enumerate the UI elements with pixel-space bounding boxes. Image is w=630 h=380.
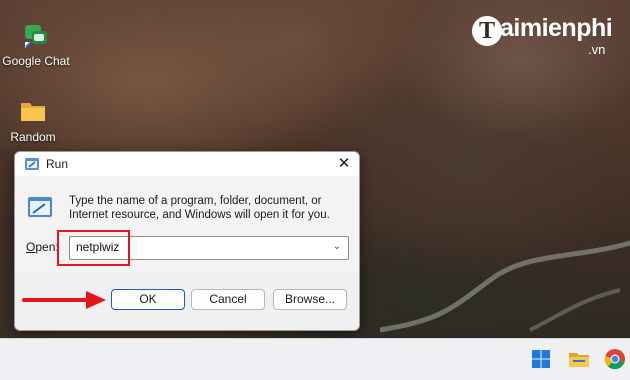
cancel-button[interactable]: Cancel	[191, 289, 265, 310]
watermark-suffix: .vn	[588, 42, 606, 57]
annotation-arrow-icon	[22, 291, 106, 309]
desktop-icon-label: Random	[10, 130, 56, 144]
google-chat-icon	[22, 22, 50, 50]
folder-icon	[19, 98, 47, 126]
close-icon: ✕	[337, 155, 351, 172]
open-label-accelerator: O	[26, 240, 36, 254]
open-label-text: pen:	[35, 240, 59, 254]
ok-button[interactable]: OK	[111, 289, 185, 310]
watermark-brand: aimienphi	[500, 14, 613, 42]
desktop-icon-random[interactable]: Random	[0, 98, 69, 144]
browse-button[interactable]: Browse...	[273, 289, 347, 310]
file-explorer-icon[interactable]	[568, 348, 590, 370]
chrome-icon[interactable]	[604, 348, 626, 370]
dialog-title: Run	[46, 157, 69, 171]
river-graphic	[380, 240, 630, 333]
windows-start-icon[interactable]	[530, 348, 552, 370]
desktop-icon-google-chat[interactable]: Google Chat	[0, 22, 72, 68]
chevron-down-icon[interactable]: ⌄	[330, 240, 344, 254]
annotation-highlight-box	[57, 230, 130, 266]
watermark-logo-mark: T	[472, 16, 502, 46]
open-label: Open:	[26, 240, 59, 254]
watermark-logo: T aimienphi .vn	[472, 14, 622, 60]
run-app-icon	[25, 158, 39, 170]
close-button[interactable]: ✕	[333, 154, 355, 174]
dialog-description: Type the name of a program, folder, docu…	[69, 195, 330, 221]
run-large-icon	[28, 197, 52, 217]
run-titlebar[interactable]: Run ✕	[15, 152, 359, 176]
desktop-icon-label: Google Chat	[2, 54, 70, 68]
taskbar	[0, 338, 630, 380]
